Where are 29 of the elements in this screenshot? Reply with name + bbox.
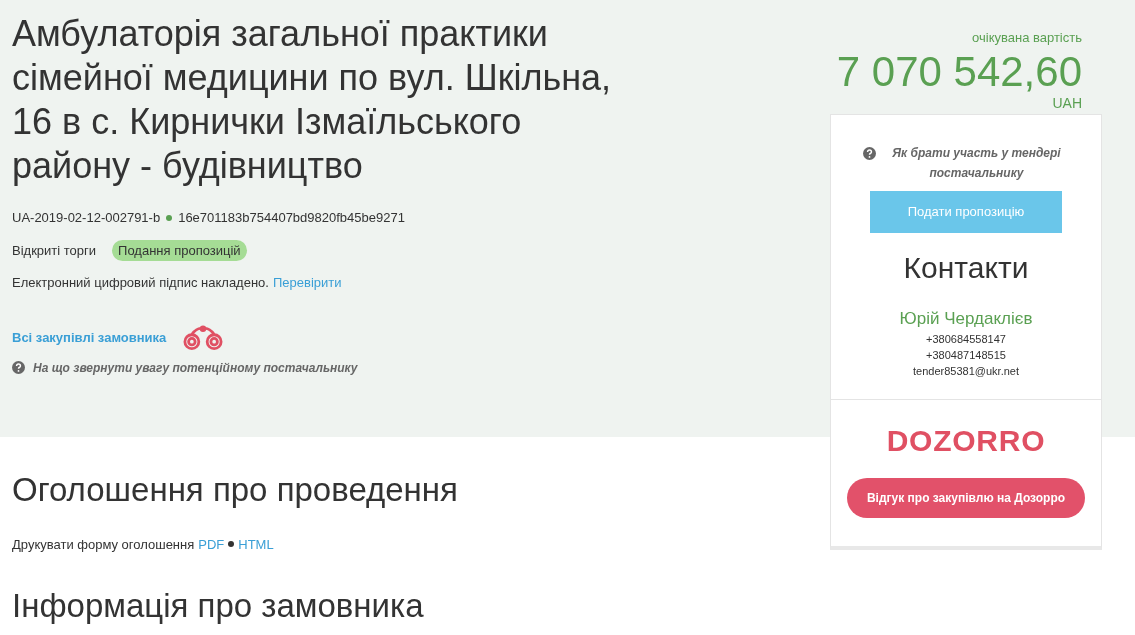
contact-phone: +380684558147 <box>926 332 1006 347</box>
help-icon <box>12 361 25 374</box>
contact-name: Юрій Чердаклієв <box>899 307 1033 330</box>
customer-purchases-link[interactable]: Всі закупівлі замовника <box>12 327 167 348</box>
announcement-heading: Оголошення про проведення <box>12 470 459 510</box>
participation-help-link[interactable]: Як брати участь у тендері постачальнику <box>884 142 1069 183</box>
status-badge: Подання пропозицій <box>112 239 247 261</box>
procedure-type: Відкриті торги <box>12 241 97 260</box>
price-amount: 7 070 542,60 <box>836 47 1083 96</box>
dozorro-logo: DOZORRO <box>886 424 1046 458</box>
binoculars-icon <box>182 324 225 351</box>
print-form-label: Друкувати форму оголошення <box>12 535 195 554</box>
signature-note: Електронний цифровий підпис накладено. <box>12 274 269 292</box>
contact-phone: +380487148515 <box>926 348 1006 363</box>
dozorro-feedback-button[interactable]: Відгук про закупівлю на Дозорро <box>847 478 1085 518</box>
tender-id: UA-2019-02-12-002791-b <box>12 209 161 227</box>
customer-info-heading: Інформація про замовника <box>12 586 425 626</box>
currency: UAH <box>1052 95 1083 110</box>
contact-email: tender85381@ukr.net <box>913 364 1019 379</box>
help-icon <box>863 146 876 160</box>
tender-title: Амбулаторія загальної практики сімейної медицини по вул. Шкільна, 16 в с. Кирнички Ізмаїльського району - будівництво <box>12 12 613 188</box>
tender-hash: 16e701183b754407bd9820fb45be9271 <box>178 209 405 227</box>
supplier-hint[interactable]: На що звернути увагу потенційному постачальнику <box>33 358 358 377</box>
print-format-link[interactable]: PDF <box>198 534 225 554</box>
submit-proposal-button[interactable]: Подати пропозицію <box>870 190 1062 233</box>
contacts-title: Контакти <box>903 249 1029 286</box>
price-label: очікувана вартість <box>972 29 1083 47</box>
verify-link[interactable]: Перевірити <box>272 273 342 293</box>
print-format-link[interactable]: HTML <box>238 534 274 554</box>
